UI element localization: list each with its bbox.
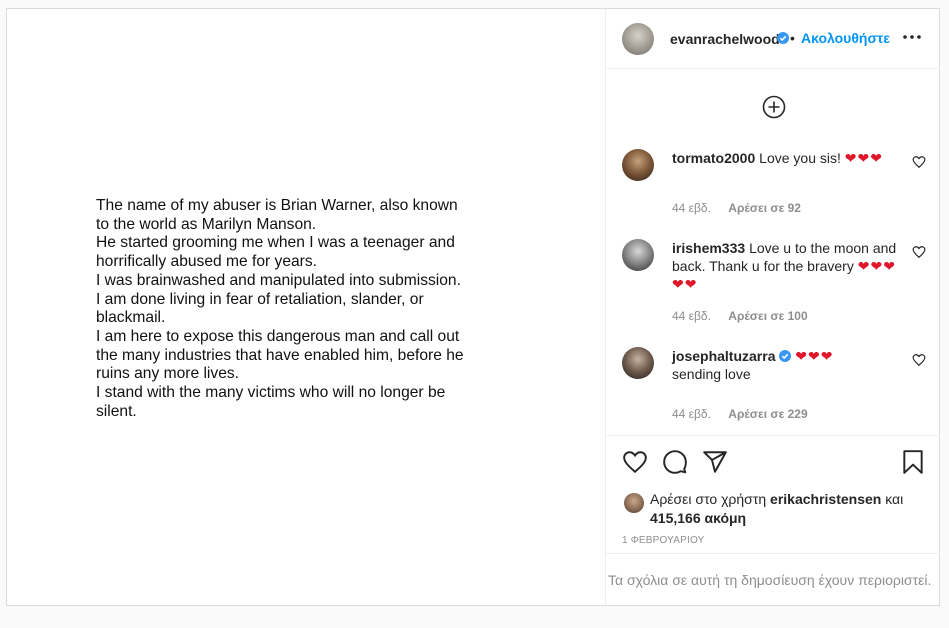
save-bookmark-icon[interactable] [900, 449, 926, 475]
commenter-avatar[interactable] [622, 239, 654, 271]
liked-by-prefix: Αρέσει στο χρήστη [650, 491, 767, 507]
load-more-comments-icon[interactable] [762, 95, 786, 119]
liked-by-username[interactable]: erikachristensen [770, 491, 881, 507]
image-text-line: blackmail. [96, 309, 166, 327]
commenter-avatar[interactable] [622, 347, 654, 379]
comment-text: josephaltuzarra ❤❤❤ sending love [672, 347, 904, 383]
comment-like-heart-icon[interactable] [912, 353, 926, 367]
actions-divider [606, 435, 940, 437]
comment-like-heart-icon[interactable] [912, 245, 926, 259]
image-text-line: horrifically abused me for years. [96, 253, 318, 271]
comment-body: Love you sis! [759, 150, 841, 166]
comment-likes[interactable]: Αρέσει σε 229 [728, 407, 807, 421]
author-username[interactable]: evanrachelwood [670, 31, 780, 47]
image-text-line: I stand with the many victims who will n… [96, 384, 446, 402]
like-heart-icon[interactable] [622, 449, 648, 475]
liked-by-text: Αρέσει στο χρήστη erikachristensen και 4… [650, 490, 930, 528]
instagram-post: The name of my abuser is Brian Warner, a… [6, 8, 940, 606]
comments-restricted-text: Τα σχόλια σε αυτή τη δημοσίευση έχουν πε… [608, 572, 932, 588]
comment-text: tormato2000 Love you sis! ❤❤❤ [672, 149, 904, 167]
comment-username[interactable]: josephaltuzarra [672, 348, 775, 364]
share-send-icon[interactable] [702, 449, 728, 475]
post-header: evanrachelwood • Ακολουθήστε [606, 9, 940, 69]
image-text-line: silent. [96, 402, 137, 420]
image-text-line: I am here to expose this dangerous man a… [96, 327, 460, 345]
comment-meta: 44 εβδ. Αρέσει σε 92 [672, 201, 815, 215]
comment-time[interactable]: 44 εβδ. [672, 407, 711, 421]
image-text-line: He started grooming me when I was a teen… [96, 234, 455, 252]
likes-count[interactable]: 415,166 ακόμη [650, 510, 746, 526]
comment-time[interactable]: 44 εβδ. [672, 201, 711, 215]
follow-button[interactable]: Ακολουθήστε [801, 30, 890, 46]
liked-by-avatar[interactable] [624, 493, 644, 513]
image-text-line: I was brainwashed and manipulated into s… [96, 271, 461, 289]
comment-meta: 44 εβδ. Αρέσει σε 229 [672, 407, 822, 421]
comment-likes[interactable]: Αρέσει σε 100 [728, 309, 807, 323]
verified-badge-icon [779, 350, 792, 362]
post-image[interactable]: The name of my abuser is Brian Warner, a… [7, 9, 605, 605]
header-separator: • [790, 30, 795, 46]
image-text-line: I am done living in fear of retaliation,… [96, 290, 424, 308]
comment-hearts: ❤❤❤ [795, 348, 834, 364]
post-date[interactable]: 1 ΦΕΒΡΟΥΑΡΙΟΥ [622, 535, 705, 546]
comment-text: irishem333 Love u to the moon and back. … [672, 239, 904, 293]
post-image-text: The name of my abuser is Brian Warner, a… [96, 197, 516, 421]
author-avatar[interactable] [622, 23, 654, 55]
commenter-avatar[interactable] [622, 149, 654, 181]
liked-by-and: και [885, 491, 904, 507]
comments-restricted-notice: Τα σχόλια σε αυτή τη δημοσίευση έχουν πε… [606, 553, 940, 605]
comment-hearts: ❤❤❤ [844, 150, 883, 166]
image-text-line: to the world as Marilyn Manson. [96, 215, 317, 233]
comment-username[interactable]: tormato2000 [672, 150, 755, 166]
comment-like-heart-icon[interactable] [912, 155, 926, 169]
comment-bubble-icon[interactable] [662, 449, 688, 475]
image-text-line: ruins any more lives. [96, 365, 239, 383]
comment-time[interactable]: 44 εβδ. [672, 309, 711, 323]
comment-username[interactable]: irishem333 [672, 240, 745, 256]
verified-badge-icon [777, 32, 789, 44]
comment-likes[interactable]: Αρέσει σε 92 [728, 201, 801, 215]
comment-meta: 44 εβδ. Αρέσει σε 100 [672, 309, 822, 323]
post-sidebar: evanrachelwood • Ακολουθήστε tormato2000… [605, 9, 940, 605]
more-options-icon[interactable] [902, 27, 922, 47]
image-text-line: the many industries that have enabled hi… [96, 346, 464, 364]
image-text-line: The name of my abuser is Brian Warner, a… [96, 197, 458, 214]
comment-body: sending love [672, 366, 751, 382]
